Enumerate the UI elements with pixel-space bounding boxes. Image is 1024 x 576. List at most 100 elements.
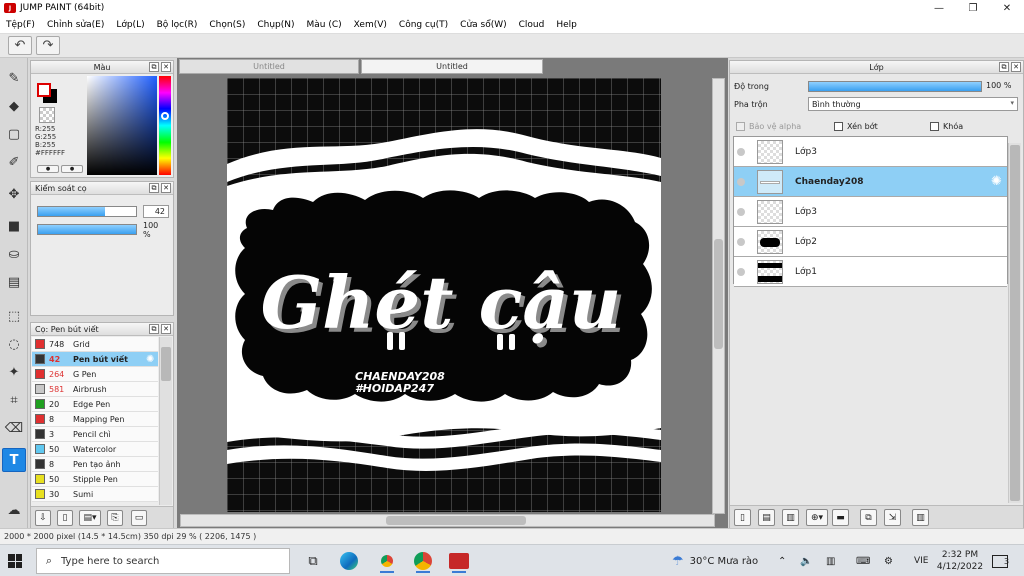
brush-folder-button[interactable]: ▭ bbox=[131, 510, 147, 526]
start-button[interactable] bbox=[8, 554, 22, 568]
brush-item[interactable]: 8 Pen tạo ảnh bbox=[32, 457, 158, 472]
layer-visibility-toggle[interactable] bbox=[737, 267, 745, 276]
undo-button[interactable]: ↶ bbox=[8, 36, 32, 55]
fill-rect-tool[interactable]: ■ bbox=[2, 214, 26, 238]
brush-opacity-slider[interactable] bbox=[37, 224, 137, 235]
menu-layer[interactable]: Lớp(L) bbox=[110, 20, 150, 30]
layer-visibility-toggle[interactable] bbox=[737, 177, 745, 186]
layer-visibility-toggle[interactable] bbox=[737, 237, 745, 246]
gear-icon[interactable]: ✺ bbox=[991, 174, 1007, 189]
brush-item[interactable]: 581 Airbrush bbox=[32, 382, 158, 397]
brush-list-scrollbar[interactable] bbox=[159, 337, 172, 505]
menu-filter[interactable]: Bộ lọc(R) bbox=[151, 20, 204, 30]
menu-window[interactable]: Cửa sổ(W) bbox=[454, 20, 512, 30]
tab-untitled-2[interactable]: Untitled bbox=[361, 59, 543, 74]
blend-mode-select[interactable]: Bình thường ▾ bbox=[808, 97, 1018, 111]
select-rect-tool[interactable]: ▢ bbox=[2, 122, 26, 146]
language-button[interactable]: ⚙ bbox=[884, 545, 893, 576]
layer-visibility-toggle[interactable] bbox=[737, 207, 745, 216]
brush-item[interactable]: 42 Pen bút viết ✺ bbox=[32, 352, 158, 367]
layer-list-scroll-thumb[interactable] bbox=[1010, 145, 1020, 501]
color-swap-button[interactable]: ● bbox=[61, 165, 83, 173]
panel-close-icon[interactable]: ✕ bbox=[1011, 62, 1021, 72]
brush-download-button[interactable]: ⇩ bbox=[35, 510, 51, 526]
panel-close-icon[interactable]: ✕ bbox=[161, 62, 171, 72]
clipping-checkbox[interactable]: Xén bớt bbox=[834, 122, 878, 131]
undock-icon[interactable]: ⧉ bbox=[149, 324, 159, 334]
brush-item[interactable]: 3 Pencil chì bbox=[32, 427, 158, 442]
brush-item[interactable]: 50 Stipple Pen bbox=[32, 472, 158, 487]
canvas-vertical-scrollbar[interactable] bbox=[712, 78, 725, 514]
layer-visibility-toggle[interactable] bbox=[737, 147, 745, 156]
hue-marker[interactable] bbox=[161, 112, 169, 120]
eraser-tool[interactable]: ◆ bbox=[2, 94, 26, 118]
transparent-color-swatch[interactable] bbox=[39, 107, 55, 123]
taskbar-jump-paint[interactable] bbox=[444, 549, 474, 573]
layer-row[interactable]: Lớp3 bbox=[734, 197, 1007, 227]
cloud-tool[interactable]: ☁ bbox=[2, 498, 26, 522]
brush-new-button[interactable]: ▯ bbox=[57, 510, 73, 526]
menu-color[interactable]: Màu (C) bbox=[301, 20, 348, 30]
menu-help[interactable]: Help bbox=[550, 20, 583, 30]
new-layer-1bit-button[interactable]: ▤ bbox=[758, 509, 775, 526]
undock-icon[interactable]: ⧉ bbox=[999, 62, 1009, 72]
hue-slider[interactable] bbox=[159, 76, 171, 175]
gradient-tool[interactable]: ▤ bbox=[2, 270, 26, 294]
brush-menu-button[interactable]: ▤▾ bbox=[79, 510, 101, 526]
delete-layer-button[interactable]: ▥ bbox=[912, 509, 929, 526]
taskbar-search[interactable]: ⌕ Type here to search bbox=[36, 548, 290, 574]
undock-icon[interactable]: ⧉ bbox=[149, 183, 159, 193]
brush-item[interactable]: 264 G Pen bbox=[32, 367, 158, 382]
close-button[interactable]: ✕ bbox=[990, 0, 1024, 16]
layer-list-scrollbar[interactable] bbox=[1008, 143, 1021, 503]
protect-alpha-checkbox[interactable]: Bảo vệ alpha bbox=[736, 122, 801, 131]
move-tool[interactable]: ✥ bbox=[2, 182, 26, 206]
maximize-button[interactable]: ❐ bbox=[956, 0, 990, 16]
lock-checkbox[interactable]: Khóa bbox=[930, 122, 963, 131]
minimize-button[interactable]: — bbox=[922, 0, 956, 16]
brush-item[interactable]: 20 Edge Pen bbox=[32, 397, 158, 412]
tab-untitled-1[interactable]: Untitled bbox=[179, 59, 359, 74]
color-mode-button[interactable]: ● bbox=[37, 165, 59, 173]
volume-button[interactable]: 🔈 bbox=[800, 545, 812, 576]
brush-item[interactable]: 8 Mapping Pen bbox=[32, 412, 158, 427]
layer-row[interactable]: Lớp2 bbox=[734, 227, 1007, 257]
panel-close-icon[interactable]: ✕ bbox=[161, 183, 171, 193]
notification-center-button[interactable]: 3 bbox=[992, 545, 1010, 576]
canvas-horizontal-scrollbar[interactable] bbox=[180, 514, 715, 527]
select-pen-tool[interactable]: ⌗ bbox=[2, 388, 26, 412]
drawing-canvas[interactable]: Ghét cậu Ghét cậu CHAENDAY208 #HOIDAP247 bbox=[227, 78, 661, 512]
canvas-vscroll-thumb[interactable] bbox=[714, 239, 723, 349]
lasso-tool[interactable]: ◌ bbox=[2, 332, 26, 356]
select-eraser-tool[interactable]: ⌫ bbox=[2, 416, 26, 440]
new-layer-button[interactable]: ▯ bbox=[734, 509, 751, 526]
layer-row[interactable]: Lớp3 bbox=[734, 137, 1007, 167]
show-hidden-icons-button[interactable]: ⌃ bbox=[778, 545, 786, 576]
menu-capture[interactable]: Chụp(N) bbox=[251, 20, 300, 30]
magic-wand-tool[interactable]: ✦ bbox=[2, 360, 26, 384]
taskbar-chrome-1[interactable] bbox=[372, 549, 402, 573]
saturation-value-picker[interactable] bbox=[87, 76, 157, 175]
keyboard-button[interactable]: ⌨ bbox=[856, 545, 870, 576]
menu-select[interactable]: Chọn(S) bbox=[203, 20, 251, 30]
brush-item[interactable]: 30 Sumi bbox=[32, 487, 158, 502]
weather-widget[interactable]: ☂ 30°C Mưa rào bbox=[672, 545, 758, 576]
brush-copy-button[interactable]: ⎘ bbox=[107, 510, 123, 526]
menu-cloud[interactable]: Cloud bbox=[513, 20, 551, 30]
menu-edit[interactable]: Chỉnh sửa(E) bbox=[41, 20, 110, 30]
brush-list-scroll-thumb[interactable] bbox=[161, 347, 171, 381]
foreground-color-swatch[interactable] bbox=[37, 83, 51, 97]
input-language-indicator[interactable]: VIE bbox=[914, 545, 929, 576]
menu-file[interactable]: Tệp(F) bbox=[0, 20, 41, 30]
task-view-button[interactable]: ⧉ bbox=[298, 549, 328, 573]
brush-size-slider[interactable] bbox=[37, 206, 137, 217]
bucket-tool[interactable]: ⛀ bbox=[2, 242, 26, 266]
brush-item[interactable]: 50 Watercolor bbox=[32, 442, 158, 457]
brush-size-value[interactable]: 42 bbox=[143, 205, 169, 218]
brush-tool[interactable]: ✎ bbox=[2, 66, 26, 90]
taskbar-chrome-2[interactable] bbox=[408, 549, 438, 573]
taskbar-edge[interactable] bbox=[334, 549, 364, 573]
select-dotted-tool[interactable]: ⬚ bbox=[2, 304, 26, 328]
brush-item[interactable]: 748 Grid bbox=[32, 337, 158, 352]
layer-row[interactable]: Chaenday208 ✺ bbox=[734, 167, 1007, 197]
